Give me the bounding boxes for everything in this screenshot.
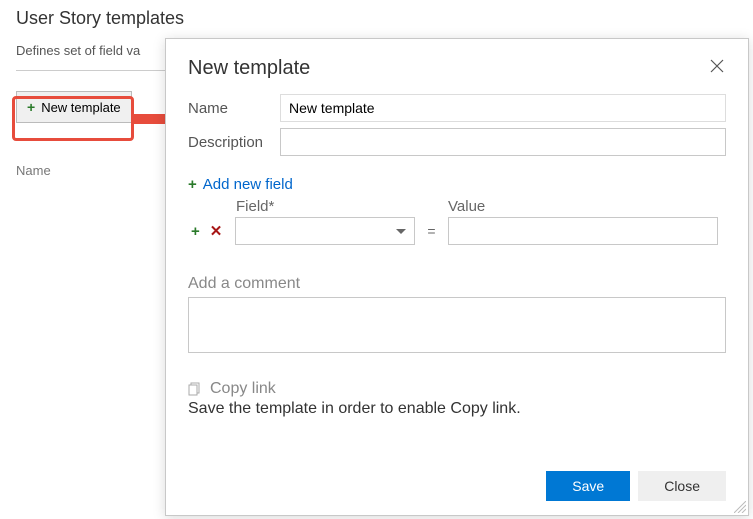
remove-field-row-button[interactable]: ✕ [207, 222, 226, 240]
description-label: Description [188, 134, 280, 151]
close-button[interactable]: Close [638, 471, 726, 501]
page-title: User Story templates [16, 8, 737, 29]
comment-textarea[interactable] [188, 297, 726, 353]
description-input[interactable] [280, 128, 726, 156]
field-value-input[interactable] [448, 217, 718, 245]
close-icon [710, 59, 724, 73]
add-new-field-label: Add new field [203, 176, 293, 193]
field-dropdown[interactable] [235, 217, 415, 245]
add-new-field-link[interactable]: + Add new field [188, 176, 293, 193]
dialog-title: New template [188, 57, 310, 80]
new-template-button[interactable]: + New template [16, 91, 132, 123]
copy-link-icon [188, 382, 202, 396]
new-template-dialog: New template Name Description + Add new … [165, 38, 749, 516]
copy-link-label: Copy link [210, 380, 276, 398]
name-input[interactable] [280, 94, 726, 122]
equals-sign: = [427, 223, 435, 239]
field-column-header: Field* [236, 198, 432, 215]
comment-label: Add a comment [188, 275, 726, 293]
plus-icon: + [188, 176, 197, 193]
close-dialog-button[interactable] [708, 57, 726, 80]
save-button[interactable]: Save [546, 471, 630, 501]
copy-link-hint: Save the template in order to enable Cop… [188, 400, 726, 418]
chevron-down-icon [396, 229, 406, 234]
new-template-button-label: New template [41, 100, 120, 115]
add-field-row-button[interactable]: + [188, 223, 203, 240]
plus-icon: + [27, 99, 35, 115]
resize-handle-icon[interactable] [734, 501, 746, 513]
name-label: Name [188, 100, 280, 117]
value-column-header: Value [448, 198, 485, 215]
